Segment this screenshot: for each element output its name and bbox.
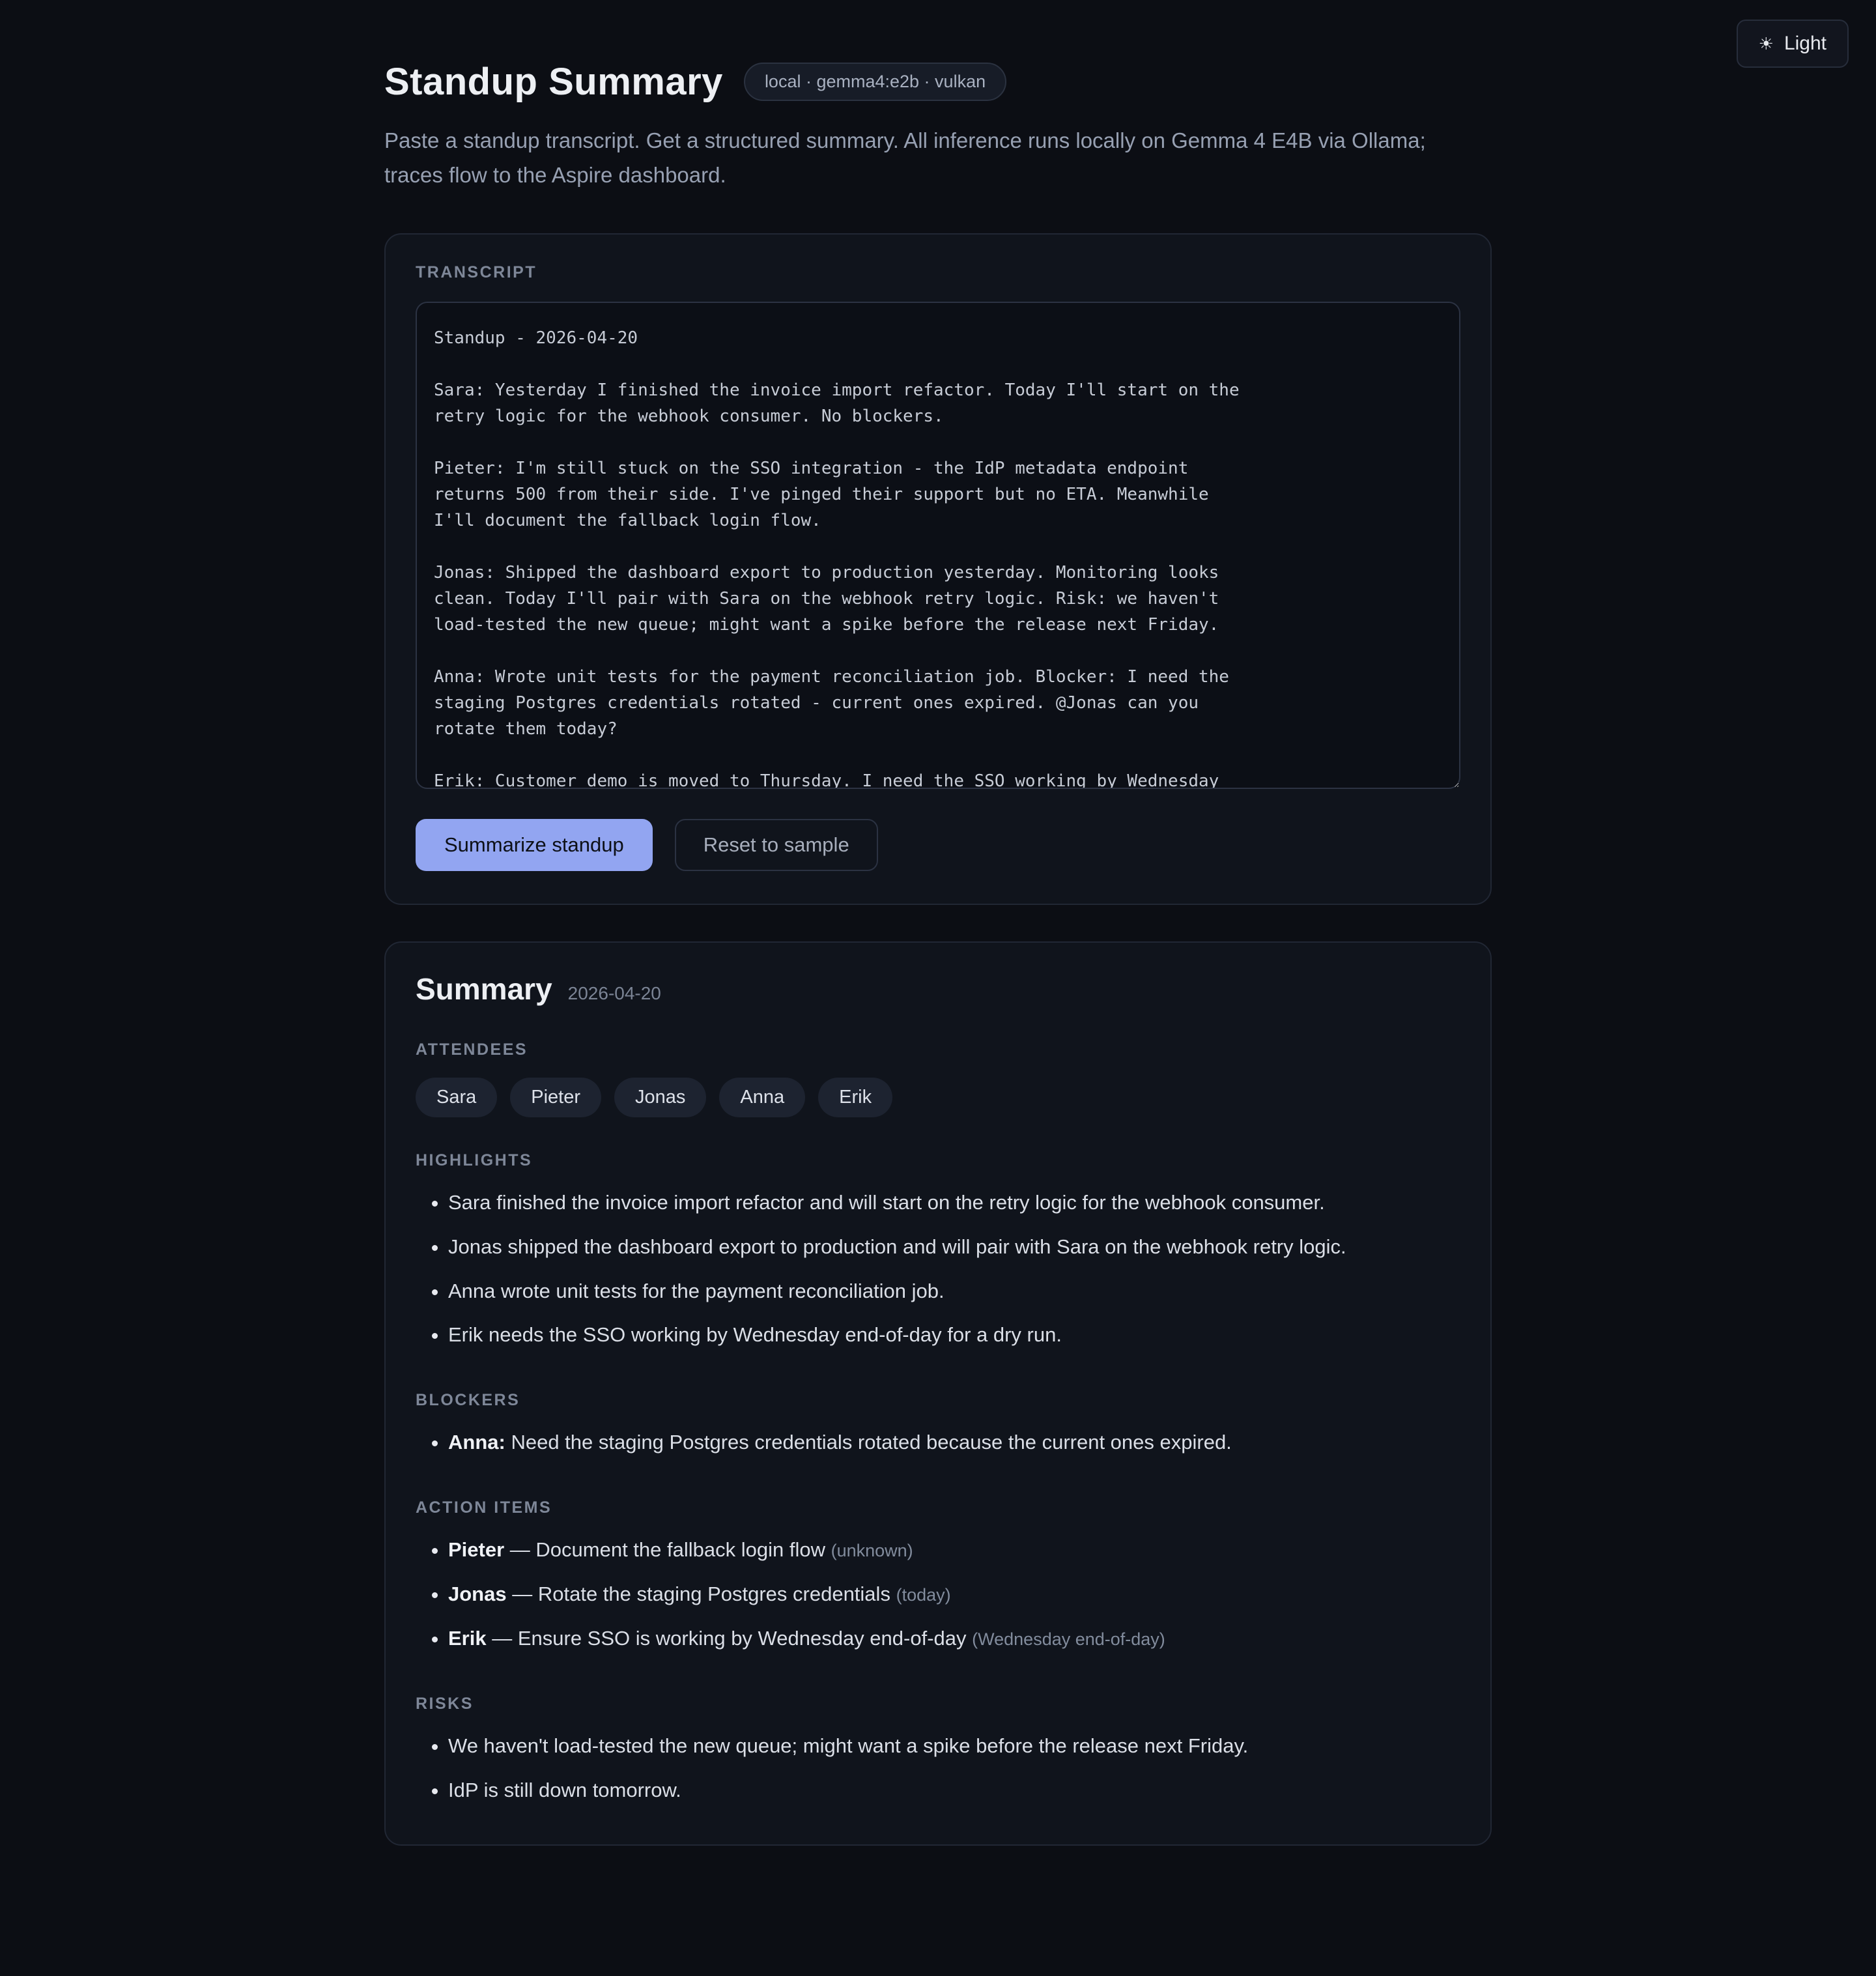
blocker-owner: Anna: (448, 1431, 505, 1453)
list-item: Anna: Need the staging Postgres credenti… (448, 1420, 1460, 1465)
main-container: Standup Summary local · gemma4:e2b · vul… (384, 0, 1492, 1846)
risks-label: Risks (416, 1695, 1460, 1713)
transcript-label: Transcript (416, 263, 1460, 282)
blockers-label: Blockers (416, 1391, 1460, 1410)
action-due: (today) (896, 1585, 951, 1605)
transcript-card: Transcript Standup - 2026-04-20 Sara: Ye… (384, 233, 1492, 905)
page-subtitle: Paste a standup transcript. Get a struct… (384, 123, 1466, 193)
action-owner: Erik (448, 1627, 487, 1650)
action-due: (Wednesday end-of-day) (972, 1629, 1165, 1649)
list-item: Sara finished the invoice import refacto… (448, 1181, 1460, 1225)
list-item: Erik needs the SSO working by Wednesday … (448, 1313, 1460, 1357)
attendee-chip: Erik (818, 1078, 892, 1117)
highlights-section: Highlights Sara finished the invoice imp… (416, 1151, 1460, 1357)
page-title: Standup Summary (384, 60, 723, 104)
reset-button[interactable]: Reset to sample (675, 819, 878, 871)
attendees-label: Attendees (416, 1040, 1460, 1059)
list-item: We haven't load-tested the new queue; mi… (448, 1724, 1460, 1768)
blockers-section: Blockers Anna: Need the staging Postgres… (416, 1391, 1460, 1465)
header: Standup Summary local · gemma4:e2b · vul… (384, 60, 1492, 104)
model-badge: local · gemma4:e2b · vulkan (744, 63, 1006, 101)
theme-toggle-button[interactable]: ☀ Light (1737, 20, 1849, 68)
sun-icon: ☀ (1759, 35, 1774, 52)
action-text: — Ensure SSO is working by Wednesday end… (492, 1627, 966, 1650)
list-item: Anna wrote unit tests for the payment re… (448, 1269, 1460, 1313)
action-due: (unknown) (831, 1541, 913, 1560)
action-items-section: Action items Pieter — Document the fallb… (416, 1498, 1460, 1661)
transcript-input[interactable]: Standup - 2026-04-20 Sara: Yesterday I f… (416, 302, 1460, 789)
list-item: IdP is still down tomorrow. (448, 1768, 1460, 1812)
summary-card: Summary 2026-04-20 Attendees Sara Pieter… (384, 941, 1492, 1846)
risks-section: Risks We haven't load-tested the new que… (416, 1695, 1460, 1812)
action-owner: Pieter (448, 1538, 504, 1561)
attendees-section: Attendees Sara Pieter Jonas Anna Erik (416, 1040, 1460, 1117)
summary-title: Summary (416, 971, 552, 1007)
attendee-chip: Pieter (510, 1078, 601, 1117)
highlights-list: Sara finished the invoice import refacto… (416, 1181, 1460, 1357)
action-items-list: Pieter — Document the fallback login flo… (416, 1528, 1460, 1661)
risks-list: We haven't load-tested the new queue; mi… (416, 1724, 1460, 1812)
action-items-label: Action items (416, 1498, 1460, 1517)
highlights-label: Highlights (416, 1151, 1460, 1170)
action-owner: Jonas (448, 1582, 507, 1605)
list-item: Jonas — Rotate the staging Postgres cred… (448, 1572, 1460, 1616)
summarize-button[interactable]: Summarize standup (416, 819, 653, 871)
summary-date: 2026-04-20 (568, 983, 661, 1004)
blocker-text: Need the staging Postgres credentials ro… (511, 1431, 1231, 1453)
page: ☀ Light Standup Summary local · gemma4:e… (0, 0, 1876, 1846)
attendee-chip: Sara (416, 1078, 497, 1117)
summary-header: Summary 2026-04-20 (416, 971, 1460, 1007)
transcript-actions: Summarize standup Reset to sample (416, 819, 1460, 871)
theme-toggle-label: Light (1784, 33, 1826, 55)
blockers-list: Anna: Need the staging Postgres credenti… (416, 1420, 1460, 1465)
list-item: Erik — Ensure SSO is working by Wednesda… (448, 1616, 1460, 1661)
attendee-chip: Anna (719, 1078, 805, 1117)
list-item: Jonas shipped the dashboard export to pr… (448, 1225, 1460, 1269)
action-text: — Document the fallback login flow (510, 1538, 825, 1561)
action-text: — Rotate the staging Postgres credential… (512, 1582, 890, 1605)
list-item: Pieter — Document the fallback login flo… (448, 1528, 1460, 1572)
attendee-chip: Jonas (614, 1078, 706, 1117)
attendee-chips: Sara Pieter Jonas Anna Erik (416, 1078, 1460, 1117)
